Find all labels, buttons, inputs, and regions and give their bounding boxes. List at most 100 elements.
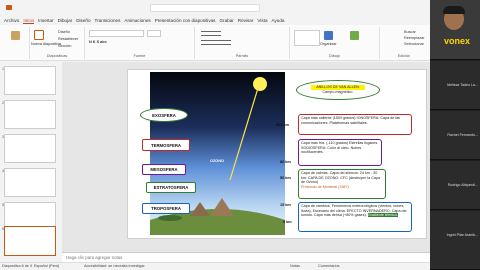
editing-group-label: Edición [397, 54, 411, 58]
menu-item-2[interactable]: Insertar [38, 18, 54, 23]
menu-bar: Archivo Inicio Insertar Dibujar Diseño Transi… [0, 16, 430, 25]
font-name-box[interactable] [89, 30, 144, 37]
participant-tile-2: Rachel Fernando... [430, 111, 480, 160]
gradiente-text: Gradiente térmico. [367, 213, 399, 218]
van-allen-title: ANILLOS DE VAN ALLEN. [311, 85, 365, 90]
section-button[interactable]: Sección [58, 44, 72, 48]
participant-name: Rachel Fernando... [447, 133, 478, 137]
current-slide[interactable]: EXOSFERA TERMOSFERA MESOSFERA ESTRATOSFE… [127, 69, 427, 239]
drawing-group: Organizar Dibujo [290, 27, 380, 59]
layer-termosfera: TERMOSFERA [142, 139, 190, 151]
align-icon[interactable] [201, 40, 231, 45]
font-group-label: Fuente [133, 54, 146, 58]
list-icon[interactable] [201, 31, 221, 36]
slide-thumb-number: 5 [2, 203, 4, 207]
slide-thumb-number: 2 [2, 101, 4, 105]
search-box[interactable] [150, 4, 260, 12]
participant-tile-3: Rodrigo Abiyandi... [430, 161, 480, 210]
slide-thumb-2[interactable]: 2 [2, 100, 56, 129]
comments-button[interactable]: Comentarios [318, 264, 340, 268]
slide-thumb-1[interactable]: 1 [2, 66, 56, 95]
menu-item-6[interactable]: Animaciones [124, 18, 150, 23]
arrange-button[interactable]: Organizar [320, 42, 337, 46]
editing-group: Buscar Reemplazar Seleccionar Edición [380, 27, 428, 59]
van-allen-box: ANILLOS DE VAN ALLEN. Campo magnético. [296, 80, 380, 100]
find-button[interactable]: Buscar [404, 30, 416, 34]
paste-icon[interactable] [11, 31, 20, 40]
font-size-box[interactable] [147, 30, 161, 37]
drawing-group-label: Dibujo [329, 54, 340, 58]
menu-item-10[interactable]: Vista [257, 18, 267, 23]
paragraph-group: Párrafo [195, 27, 290, 59]
language-status[interactable]: Español (Perú) [34, 264, 59, 268]
montreal-text: Protocolo de Montreal (1987) [301, 184, 349, 189]
layer-troposfera: TROPOSFERA [142, 203, 190, 214]
layer-mesosfera: MESOSFERA [142, 164, 186, 175]
layout-button[interactable]: Diseño [58, 30, 70, 34]
menu-item-1[interactable]: Inicio [23, 18, 35, 24]
status-bar: Diapositiva 6 de 9 Español (Perú) Accesi… [0, 262, 430, 270]
km-500: 500 km [276, 123, 289, 127]
title-bar [0, 0, 430, 16]
slide-thumb-number: 6 [2, 227, 4, 231]
video-call-panel: vonex Melissa Tadeo La... Rachel Fernand… [430, 0, 480, 270]
new-slide-button[interactable]: Nueva diapositiva [31, 42, 61, 46]
vonex-logo: vonex [444, 36, 471, 46]
replace-button[interactable]: Reemplazar [404, 36, 424, 40]
participant-name: Ingrid Pilar Aranib... [446, 233, 478, 237]
slide-thumb-number: 1 [2, 67, 4, 71]
participant-name: Melissa Tadeo La... [447, 83, 478, 87]
arrange-icon[interactable] [324, 31, 333, 40]
participant-tile-1: Melissa Tadeo La... [430, 61, 480, 110]
menu-item-9[interactable]: Revisar [238, 18, 254, 23]
ribbon: Nueva diapositiva Diseño Restablecer Sec… [0, 25, 430, 61]
menu-item-4[interactable]: Diseño [76, 18, 90, 23]
km-0: 0 km [283, 220, 292, 224]
troposfera-box: Capa de cambios. Fenómenos meteorológico… [298, 202, 412, 232]
menu-item-8[interactable]: Grabar [219, 18, 233, 23]
speaker-video: vonex [430, 0, 480, 60]
accessibility-status[interactable]: Accesibilidad: se necesita investigar [84, 264, 145, 268]
quick-styles-icon[interactable] [350, 31, 359, 40]
menu-item-0[interactable]: Archivo [4, 18, 19, 23]
powerpoint-window: Archivo Inicio Insertar Dibujar Diseño Transi… [0, 0, 430, 270]
mesosfera-box: Capa más fría. (-110 grados) Estrellas f… [298, 139, 382, 166]
reset-button[interactable]: Restablecer [58, 37, 78, 41]
paragraph-group-label: Párrafo [235, 54, 249, 58]
participant-tile-4: Ingrid Pilar Aranib... [430, 211, 480, 270]
font-group: N K S abc Fuente [85, 27, 195, 59]
menu-item-3[interactable]: Dibujar [58, 18, 73, 23]
estratosfera-box: Capa de calmas. Capa del silencio. 24 km… [298, 169, 386, 199]
layer-estratosfera: ESTRATOSFERA [146, 182, 196, 193]
km-15: 15 km [280, 203, 291, 207]
menu-item-11[interactable]: Ayuda [272, 18, 285, 23]
slide-thumb-number: 3 [2, 135, 4, 139]
participant-name: Rodrigo Abiyandi... [447, 183, 478, 187]
menu-item-7[interactable]: Presentación con diapositivas [155, 18, 216, 23]
slide-thumbnails-pane: 1 2 3 4 5 6 [0, 62, 62, 262]
autosave-icon[interactable] [6, 5, 12, 10]
sun-icon [253, 77, 267, 91]
select-button[interactable]: Seleccionar [404, 42, 424, 46]
slide-thumb-3[interactable]: 3 [2, 134, 56, 163]
shapes-gallery[interactable] [294, 30, 320, 46]
slide-counter: Diapositiva 6 de 9 [2, 264, 33, 268]
slide-thumb-4[interactable]: 4 [2, 168, 56, 197]
slide-thumb-6[interactable]: 6 [2, 226, 56, 256]
termosfera-box: Capa más caliente (1500 grados) IONOSFER… [298, 114, 412, 135]
slides-group: Nueva diapositiva Diseño Restablecer Sec… [30, 27, 85, 59]
menu-item-5[interactable]: Transiciones [95, 18, 121, 23]
layer-exosfera: EXOSFERA [140, 108, 188, 122]
km-80: 80 km [280, 160, 291, 164]
slide-thumb-number: 4 [2, 169, 4, 173]
new-slide-icon[interactable] [34, 30, 44, 40]
speaker-hair [443, 6, 465, 14]
van-allen-subtitle: Campo magnético. [322, 89, 354, 94]
clipboard-group [2, 27, 30, 59]
km-50: 50 km [280, 176, 291, 180]
estratosfera-text: Capa de calmas. Capa del silencio. 24 km… [301, 171, 381, 185]
notes-pane[interactable]: Haga clic para agregar notas [62, 252, 430, 262]
ozono-label: OZONO [210, 159, 224, 163]
notes-button[interactable]: Notas [290, 264, 300, 268]
font-style-buttons[interactable]: N K S abc [89, 40, 107, 44]
